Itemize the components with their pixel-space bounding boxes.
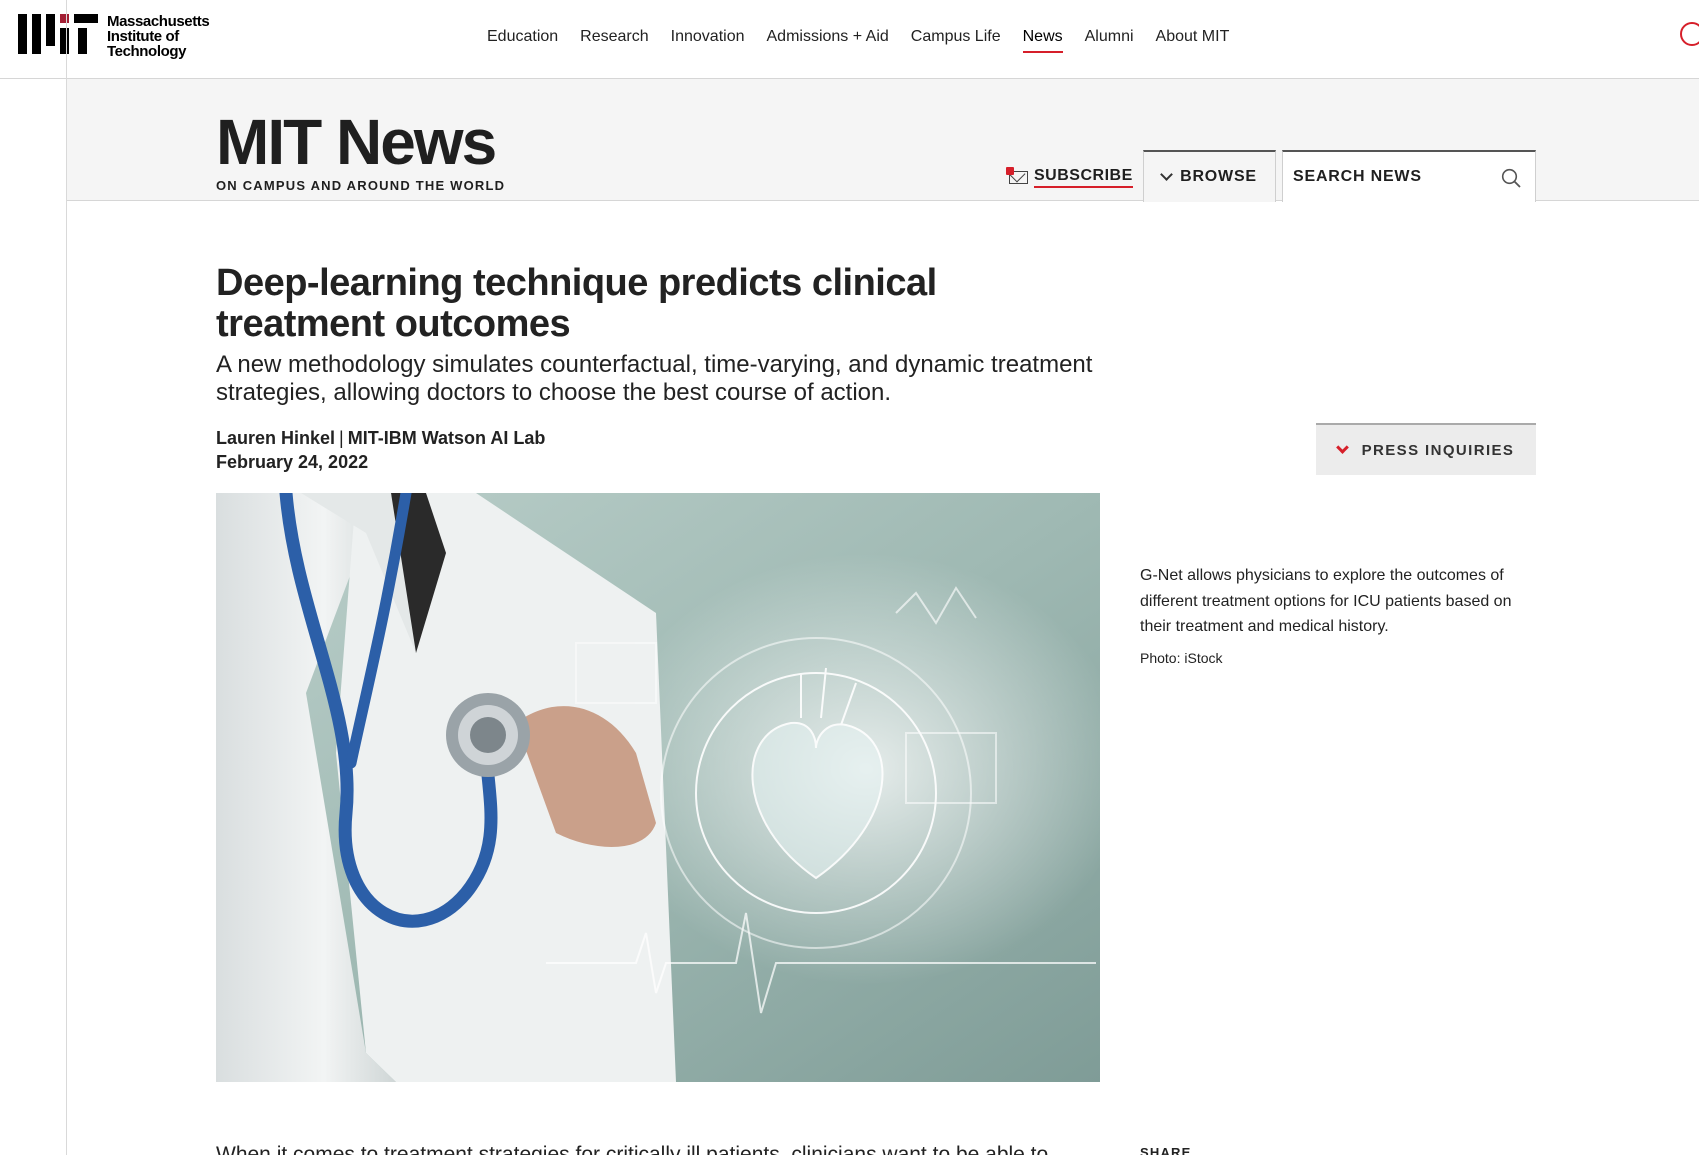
- mit-logo-icon: [18, 14, 98, 54]
- nav-alumni[interactable]: Alumni: [1085, 26, 1134, 53]
- nav-news[interactable]: News: [1022, 26, 1063, 53]
- wordmark-line-3: Technology: [107, 43, 187, 60]
- search-news-box[interactable]: [1282, 150, 1536, 202]
- mit-top-bar: Massachusetts Institute of Technology Ed…: [0, 0, 1699, 79]
- article-hero-image[interactable]: [216, 493, 1100, 1082]
- press-inquiries-button[interactable]: PRESS INQUIRIES: [1316, 423, 1536, 475]
- article-title: Deep-learning technique predicts clinica…: [216, 262, 937, 345]
- article-subtitle: A new methodology simulates counterfactu…: [216, 351, 1093, 406]
- chevron-down-icon: [1335, 440, 1349, 454]
- author-name[interactable]: Lauren Hinkel: [216, 428, 335, 448]
- author-affiliation: MIT-IBM Watson AI Lab: [347, 428, 546, 448]
- press-inquiries-label: PRESS INQUIRIES: [1361, 441, 1515, 459]
- main-navigation: Education Research Innovation Admissions…: [487, 26, 1251, 53]
- subscribe-link[interactable]: SUBSCRIBE: [1006, 166, 1133, 188]
- publication-date: February 24, 2022: [216, 452, 369, 472]
- article-body-paragraph: When it comes to treatment strategies fo…: [216, 1143, 1049, 1155]
- wordmark-line-2: Institute of: [107, 28, 179, 45]
- byline-separator: |: [339, 428, 344, 448]
- nav-innovation[interactable]: Innovation: [671, 26, 745, 53]
- share-label: SHARE: [1140, 1145, 1192, 1155]
- news-brand[interactable]: MIT News ON CAMPUS AND AROUND THE WORLD: [216, 110, 505, 193]
- nav-admissions-aid[interactable]: Admissions + Aid: [767, 26, 889, 53]
- nav-education[interactable]: Education: [487, 26, 558, 53]
- mit-logo[interactable]: Massachusetts Institute of Technology: [18, 13, 210, 60]
- mail-icon: [1006, 166, 1028, 184]
- byline: Lauren Hinkel | MIT-IBM Watson AI Lab: [216, 425, 545, 451]
- nav-research[interactable]: Research: [580, 26, 648, 53]
- nav-campus-life[interactable]: Campus Life: [911, 26, 1001, 53]
- wordmark-line-1: Massachusetts: [107, 13, 210, 30]
- browse-button[interactable]: BROWSE: [1143, 150, 1276, 202]
- subscribe-label: SUBSCRIBE: [1034, 166, 1133, 188]
- image-caption: G-Net allows physicians to explore the o…: [1140, 567, 1512, 635]
- site-search-icon[interactable]: [1680, 22, 1699, 46]
- hero-illustration: [216, 493, 1100, 1082]
- browse-label: BROWSE: [1180, 168, 1257, 185]
- search-news-input[interactable]: [1293, 168, 1493, 186]
- chevron-down-icon: [1160, 168, 1173, 181]
- search-icon[interactable]: [1501, 168, 1521, 188]
- mit-wordmark: Massachusetts Institute of Technology: [107, 13, 210, 60]
- image-credit: Photo: iStock: [1140, 650, 1223, 666]
- news-title: MIT News: [216, 106, 497, 178]
- nav-about-mit[interactable]: About MIT: [1156, 26, 1230, 53]
- news-tagline: ON CAMPUS AND AROUND THE WORLD: [216, 178, 506, 193]
